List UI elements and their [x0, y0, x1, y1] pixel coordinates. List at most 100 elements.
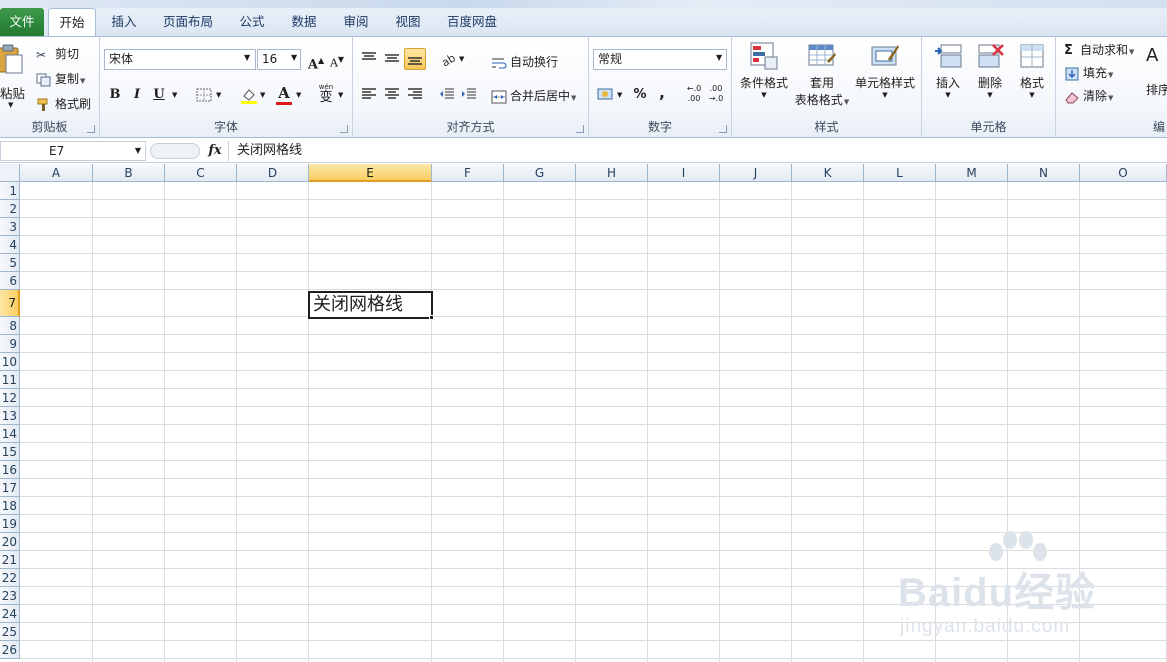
autosum-button[interactable]: Σ 自动求和▼ [1064, 41, 1134, 58]
align-center-icon[interactable] [384, 87, 400, 101]
delete-cells-dropdown-icon[interactable]: ▼ [970, 91, 1010, 99]
row-header-8[interactable]: 8 [0, 317, 20, 335]
fill-handle[interactable] [429, 315, 434, 320]
select-all-corner[interactable] [0, 164, 20, 182]
insert-cells-dropdown-icon[interactable]: ▼ [928, 91, 968, 99]
column-header-g[interactable]: G [504, 164, 576, 182]
worksheet-grid[interactable]: ABCDEFGHIJKLMNO 1 2 3 4 5 6 7 8 9 10 11 12 13 14 15 16 1… [0, 164, 1167, 662]
delete-cells-button[interactable]: 删除 ▼ [970, 41, 1010, 111]
column-header-j[interactable]: J [720, 164, 792, 182]
wrap-text-button[interactable]: 自动换行 [491, 53, 558, 70]
format-as-table-dropdown-icon[interactable]: ▼ [844, 98, 849, 106]
shrink-font-button[interactable]: A▼ [326, 49, 348, 71]
increase-indent-icon[interactable] [461, 87, 477, 101]
merge-center-button[interactable]: 合并后居中▼ [491, 87, 576, 104]
conditional-formatting-dropdown-icon[interactable]: ▼ [736, 91, 792, 99]
row-header-19[interactable]: 19 [0, 515, 20, 533]
tab-insert[interactable]: 插入 [100, 8, 148, 36]
row-header-11[interactable]: 11 [0, 371, 20, 389]
row-header-25[interactable]: 25 [0, 623, 20, 641]
align-left-icon[interactable] [361, 87, 377, 101]
cut-button[interactable]: ✂ 剪切 [36, 45, 79, 62]
row-header-17[interactable]: 17 [0, 479, 20, 497]
row-header-5[interactable]: 5 [0, 254, 20, 272]
row-header-12[interactable]: 12 [0, 389, 20, 407]
format-painter-button[interactable]: 格式刷 [36, 95, 91, 112]
row-header-6[interactable]: 6 [0, 272, 20, 290]
row-header-10[interactable]: 10 [0, 353, 20, 371]
cell-styles-button[interactable]: 单元格样式 ▼ [852, 41, 918, 111]
paste-button[interactable]: 粘贴 ▼ [0, 41, 28, 109]
fill-button[interactable]: 填充▼ [1064, 64, 1113, 81]
column-header-c[interactable]: C [165, 164, 237, 182]
column-header-m[interactable]: M [936, 164, 1008, 182]
fill-color-dropdown-icon[interactable]: ▼ [260, 91, 265, 99]
column-header-k[interactable]: K [792, 164, 864, 182]
font-color-dropdown-icon[interactable]: ▼ [296, 91, 301, 99]
number-format-chevron-down-icon[interactable]: ▼ [716, 53, 722, 62]
tab-baidu-pan[interactable]: 百度网盘 [440, 8, 504, 36]
tab-formulas[interactable]: 公式 [228, 8, 276, 36]
name-box-chevron-down-icon[interactable]: ▼ [135, 142, 141, 160]
autosum-dropdown-icon[interactable]: ▼ [1129, 48, 1134, 56]
align-bottom-button[interactable] [404, 48, 426, 70]
merge-center-dropdown-icon[interactable]: ▼ [571, 94, 576, 102]
bold-button[interactable]: B [104, 84, 126, 106]
number-launcher-icon[interactable] [719, 125, 727, 133]
column-header-b[interactable]: B [93, 164, 165, 182]
sort-filter-button[interactable]: A 排序 [1144, 41, 1167, 111]
format-as-table-button[interactable]: 套用 表格格式▼ [792, 41, 852, 111]
format-cells-button[interactable]: 格式 ▼ [1012, 41, 1052, 111]
row-header-22[interactable]: 22 [0, 569, 20, 587]
row-header-2[interactable]: 2 [0, 200, 20, 218]
tab-view[interactable]: 视图 [384, 8, 432, 36]
column-header-h[interactable]: H [576, 164, 648, 182]
tab-review[interactable]: 审阅 [332, 8, 380, 36]
font-name-select[interactable]: 宋体 [104, 49, 256, 70]
row-header-9[interactable]: 9 [0, 335, 20, 353]
row-header-24[interactable]: 24 [0, 605, 20, 623]
format-cells-dropdown-icon[interactable]: ▼ [1012, 91, 1052, 99]
grow-font-button[interactable]: A▲ [305, 49, 327, 72]
formula-input[interactable]: 关闭网格线 [228, 141, 1166, 161]
copy-dropdown-icon[interactable]: ▼ [80, 77, 85, 85]
percent-button[interactable]: % [629, 84, 651, 106]
align-top-icon[interactable] [361, 51, 377, 65]
column-header-f[interactable]: F [432, 164, 504, 182]
italic-button[interactable]: I [126, 84, 148, 106]
borders-icon[interactable] [196, 88, 212, 102]
tab-file[interactable]: 文件 [0, 8, 44, 36]
column-header-a[interactable]: A [20, 164, 93, 182]
row-header-18[interactable]: 18 [0, 497, 20, 515]
phonetic-dropdown-icon[interactable]: ▼ [338, 91, 343, 99]
column-header-e[interactable]: E [309, 164, 432, 182]
fill-dropdown-icon[interactable]: ▼ [1108, 71, 1113, 79]
insert-function-button[interactable]: fx [204, 141, 226, 161]
column-header-i[interactable]: I [648, 164, 720, 182]
column-header-o[interactable]: O [1080, 164, 1167, 182]
align-right-icon[interactable] [407, 87, 423, 101]
row-header-7[interactable]: 7 [0, 290, 20, 317]
tab-home[interactable]: 开始 [48, 8, 96, 36]
tab-page-layout[interactable]: 页面布局 [156, 8, 220, 36]
currency-dropdown-icon[interactable]: ▼ [617, 91, 622, 99]
active-cell-e7[interactable]: 关闭网格线 [308, 291, 433, 319]
row-header-20[interactable]: 20 [0, 533, 20, 551]
underline-button[interactable]: U [148, 84, 170, 106]
clear-dropdown-icon[interactable]: ▼ [1108, 94, 1113, 102]
underline-dropdown-icon[interactable]: ▼ [172, 91, 177, 99]
column-header-d[interactable]: D [237, 164, 309, 182]
name-box[interactable]: E7 ▼ [0, 141, 146, 161]
insert-cells-button[interactable]: 插入 ▼ [928, 41, 968, 111]
conditional-formatting-button[interactable]: 条件格式 ▼ [736, 41, 792, 111]
orientation-icon[interactable]: ab [440, 51, 458, 67]
row-header-4[interactable]: 4 [0, 236, 20, 254]
font-size-chevron-down-icon[interactable]: ▼ [291, 53, 297, 62]
row-header-3[interactable]: 3 [0, 218, 20, 236]
comma-button[interactable]: , [651, 82, 673, 104]
copy-button[interactable]: 复制▼ [36, 70, 85, 87]
align-middle-icon[interactable] [384, 51, 400, 65]
fill-color-icon[interactable] [240, 86, 258, 104]
row-header-23[interactable]: 23 [0, 587, 20, 605]
orientation-dropdown-icon[interactable]: ▼ [459, 55, 464, 63]
